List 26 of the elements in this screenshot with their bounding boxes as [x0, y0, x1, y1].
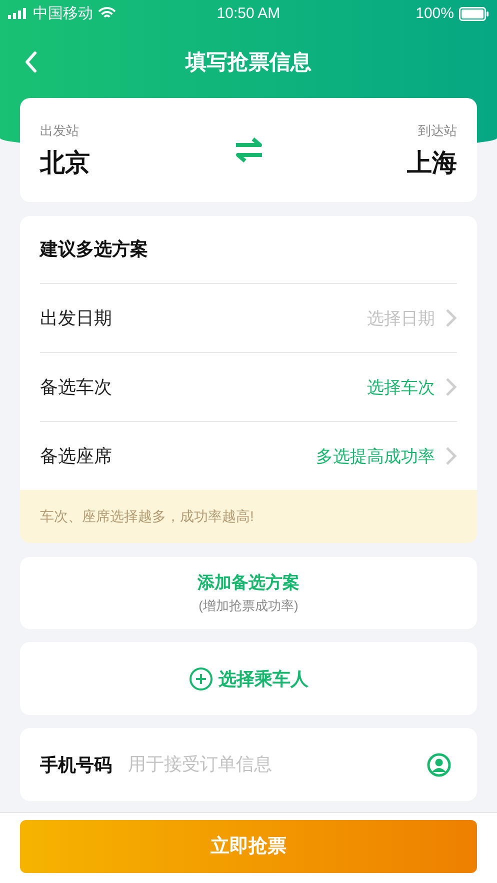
section-title: 建议多选方案 [40, 216, 457, 284]
option-row[interactable]: 出发日期 选择日期 [40, 284, 457, 353]
add-plan-button[interactable]: 添加备选方案 (增加抢票成功率) [20, 557, 477, 629]
swap-icon[interactable] [234, 137, 264, 163]
battery-icon [458, 6, 489, 20]
chevron-right-icon [445, 446, 457, 466]
chevron-right-icon [445, 308, 457, 328]
phone-input[interactable]: 用于接受订单信息 [126, 753, 413, 776]
tip-banner: 车次、座席选择越多，成功率越高! [20, 490, 477, 543]
page-title: 填写抢票信息 [186, 50, 312, 76]
station-name[interactable]: 上海 [407, 146, 457, 178]
status-time: 10:50 AM [216, 5, 280, 22]
chevron-right-icon [445, 377, 457, 397]
field-label: 手机号码 [40, 754, 112, 776]
carrier-name: 中国移动 [33, 4, 93, 23]
battery-percent: 100% [416, 5, 454, 22]
signal-icon [8, 8, 28, 19]
station-name[interactable]: 北京 [40, 146, 90, 178]
station-label: 到达站 [418, 122, 457, 140]
wifi-icon [98, 7, 116, 20]
station-label: 出发站 [40, 122, 80, 140]
option-row[interactable]: 备选座席 多选提高成功率 [40, 422, 457, 490]
plus-circle-icon [188, 666, 212, 690]
back-icon[interactable] [24, 51, 38, 73]
contact-icon[interactable] [427, 752, 451, 776]
option-row[interactable]: 备选车次 选择车次 [40, 353, 457, 422]
